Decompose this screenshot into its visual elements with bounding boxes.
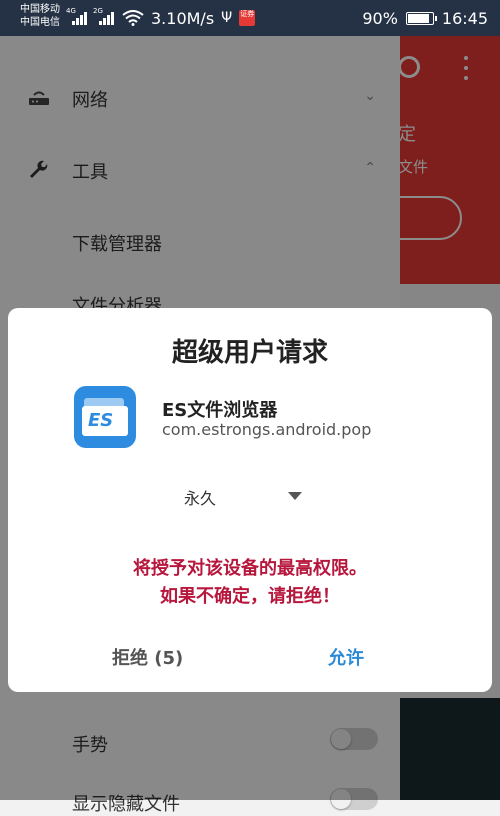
stock-app-notification-icon: 证券	[239, 10, 256, 26]
app-name: ES文件浏览器	[162, 400, 278, 421]
network-speed: 3.10M/s	[151, 8, 215, 28]
app-package: com.estrongs.android.pop	[162, 420, 372, 439]
allow-button[interactable]: 允许	[328, 644, 364, 670]
app-icon-text: ES	[88, 410, 114, 431]
signal-icon-1: 4G	[66, 7, 88, 26]
es-file-explorer-icon: ES	[74, 386, 136, 448]
wifi-icon	[122, 10, 144, 26]
usb-icon: Ψ	[221, 10, 233, 26]
carrier-1: 中国移动	[20, 4, 60, 15]
deny-button[interactable]: 拒绝 (5)	[112, 644, 183, 670]
duration-value: 永久	[184, 489, 217, 508]
battery-percent: 90%	[362, 8, 398, 28]
clock: 16:45	[441, 8, 488, 28]
dropdown-arrow-icon	[288, 492, 302, 500]
signal-icon-2: 2G	[93, 7, 115, 26]
duration-dropdown[interactable]: 永久	[174, 480, 324, 510]
dialog-title: 超级用户请求	[171, 338, 328, 368]
carrier-labels: 中国移动 中国电信	[20, 3, 60, 29]
battery-fill	[407, 13, 430, 23]
warning-line-1: 将授予对该设备的最高权限。	[133, 558, 367, 579]
status-icons-right: 90% 16:45	[362, 7, 488, 29]
status-icons-left: 4G 2G 3.10M/s Ψ 证券	[66, 7, 256, 29]
battery-icon	[405, 11, 437, 25]
warning-line-2: 如果不确定，请拒绝！	[160, 586, 340, 607]
status-bar: 中国移动 中国电信 4G 2G 3.10M/s Ψ 证券 90% 16:45	[0, 0, 500, 36]
superuser-dialog: 超级用户请求 ES ES文件浏览器 com.estrongs.android.p…	[8, 308, 492, 692]
carrier-2: 中国电信	[20, 17, 60, 28]
